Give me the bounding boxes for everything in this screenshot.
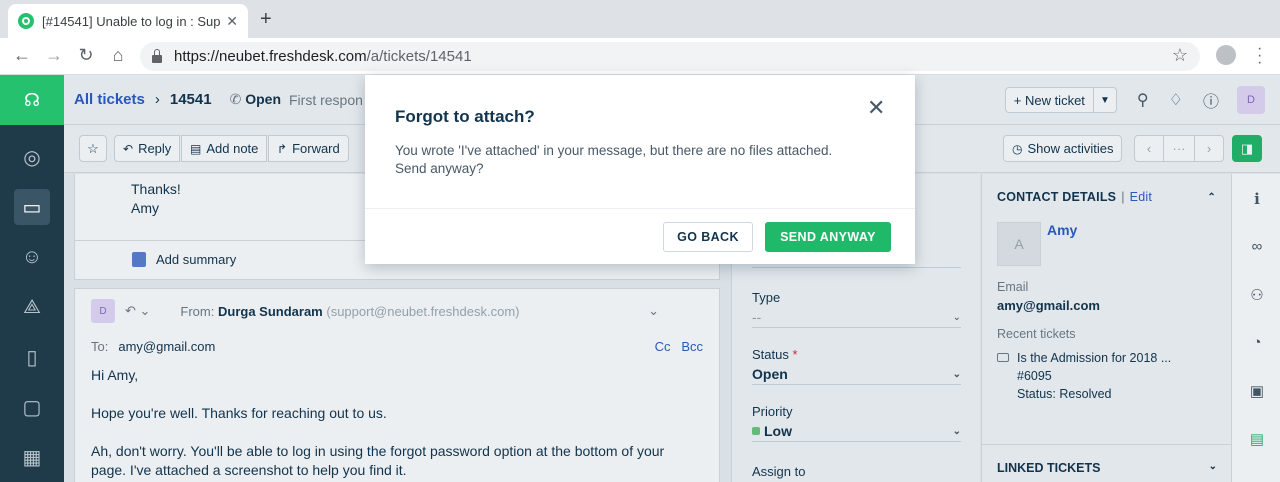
forward-arrow-icon[interactable]: → [42,45,66,66]
new-tab-button[interactable]: + [260,8,272,31]
dialog-message: You wrote 'I've attached' in your messag… [395,143,833,176]
browser-tab[interactable]: [#14541] Unable to log in : Sup ✕ [8,4,248,38]
lock-icon [152,48,162,63]
url-text: https://neubet.freshdesk.com/a/tickets/1… [174,48,472,65]
tab-title: [#14541] Unable to log in : Sup [42,13,221,29]
freshdesk-favicon-icon [18,13,34,29]
close-icon[interactable]: ✕ [867,97,885,119]
home-icon[interactable]: ⌂ [106,45,130,66]
app-sidebar: ☊ ◎ ▭ ☺ ⟁ ▯ ▢ ▦ [0,75,64,482]
reload-icon[interactable]: ↻ [74,45,98,66]
bookmark-star-icon[interactable]: ☆ [1172,45,1188,66]
dialog-title: Forgot to attach? [395,107,535,126]
go-back-button[interactable]: GO BACK [663,222,753,252]
forums-icon[interactable]: ▢ [0,382,64,432]
browser-tab-bar: [#14541] Unable to log in : Sup ✕ + [0,0,1280,38]
freshdesk-logo-icon[interactable]: ☊ [0,75,64,125]
back-arrow-icon[interactable]: ← [10,45,34,66]
browser-menu-icon[interactable]: · · · [1257,41,1262,71]
solutions-book-icon[interactable]: ▯ [0,332,64,382]
tickets-icon[interactable]: ▭ [0,182,64,232]
tab-close-icon[interactable]: ✕ [226,13,238,30]
send-anyway-button[interactable]: SEND ANYWAY [765,222,891,252]
contacts-icon[interactable]: ☺ [0,232,64,282]
forgot-attach-dialog: Forgot to attach? ✕ You wrote 'I've atta… [365,75,915,264]
browser-toolbar: ← → ↻ ⌂ https://neubet.freshdesk.com/a/t… [0,38,1280,75]
dialog-footer: GO BACK SEND ANYWAY [365,208,915,264]
reports-icon[interactable]: ▦ [0,432,64,482]
profile-avatar-icon[interactable] [1216,45,1236,65]
dashboard-icon[interactable]: ◎ [0,132,64,182]
address-bar[interactable]: https://neubet.freshdesk.com/a/tickets/1… [140,42,1200,71]
groups-icon[interactable]: ⟁ [0,282,64,332]
